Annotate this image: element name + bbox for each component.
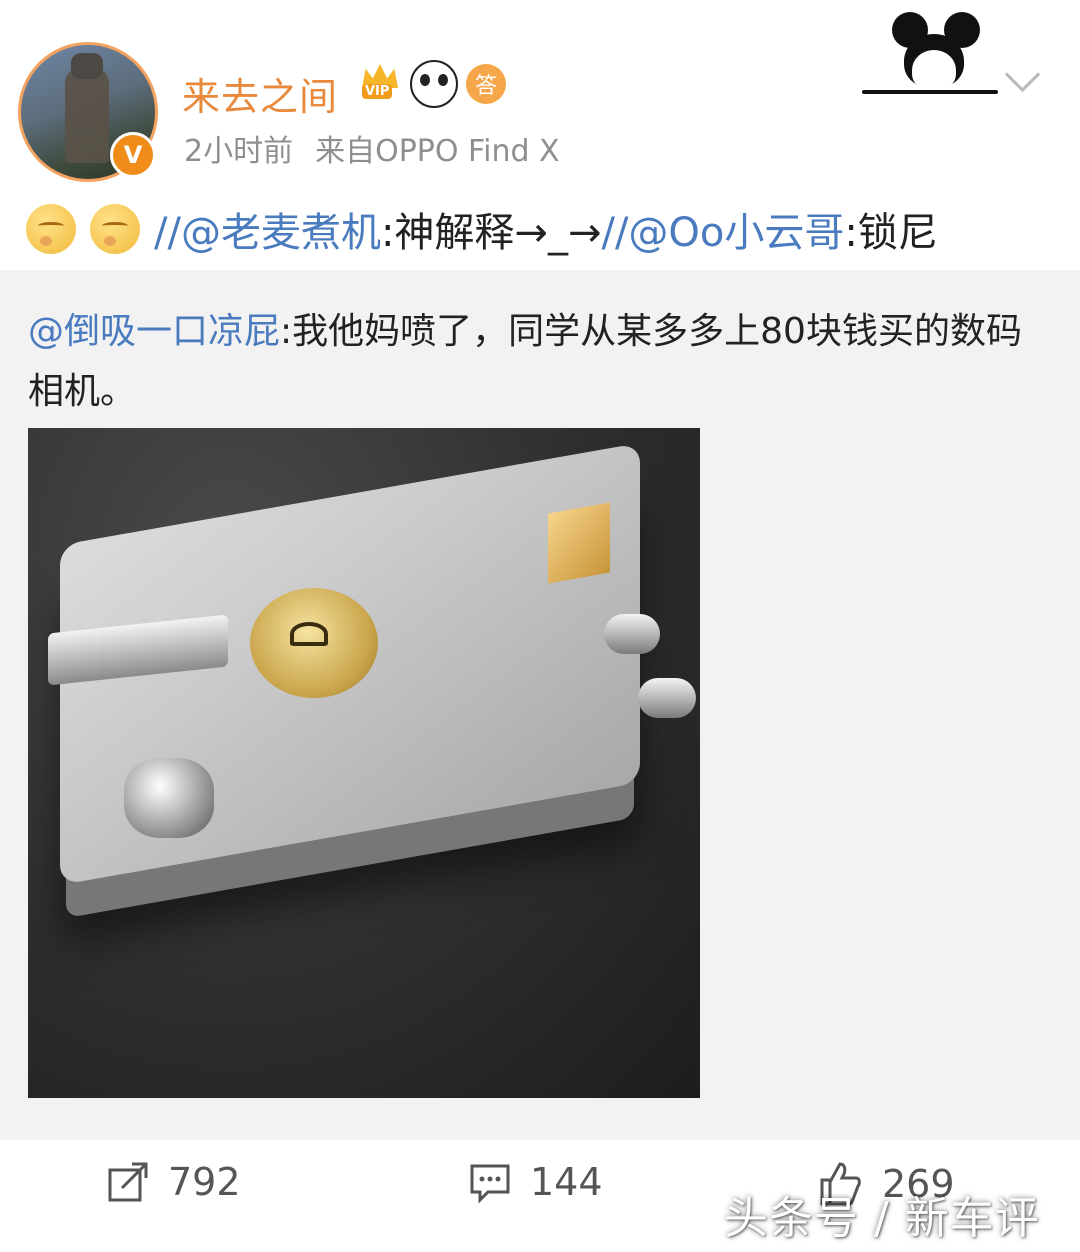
post-time: 2小时前: [184, 134, 294, 169]
repost-mention[interactable]: //@Oo小云哥: [601, 200, 844, 258]
comment-icon: [470, 1164, 510, 1204]
share-button[interactable]: 792: [106, 1160, 241, 1204]
panda-badge-icon: [410, 60, 458, 108]
post-image[interactable]: [28, 428, 700, 1098]
original-author-mention[interactable]: @倒吸一口凉屁: [28, 311, 280, 352]
lock-bolt: [548, 502, 610, 584]
original-post-text: @倒吸一口凉屁:我他妈喷了，同学从某多多上80块钱买的数码相机。: [28, 302, 1048, 422]
vip-badge-icon: VIP: [358, 62, 402, 106]
answer-badge-icon: 答: [466, 64, 506, 104]
repost-mention[interactable]: //@老麦煮机: [154, 200, 381, 258]
share-count: 792: [168, 1160, 241, 1204]
lock-pin: [638, 678, 696, 718]
post-source: 来自OPPO Find X: [315, 134, 560, 169]
comment-count: 144: [530, 1160, 603, 1204]
lock-pin: [604, 614, 660, 654]
mickey-decoration-icon: [862, 12, 998, 100]
verified-badge-icon: V: [110, 132, 156, 178]
avatar[interactable]: V: [18, 42, 158, 182]
comment-button[interactable]: 144: [468, 1160, 603, 1204]
emoji-icon: [26, 204, 76, 254]
repost-comment: :神解释→_→: [380, 210, 602, 256]
watermark: 头条号 / 新车评: [724, 1193, 1040, 1244]
lock-knob: [124, 758, 214, 838]
post-meta: 2小时前 来自OPPO Find X: [184, 126, 582, 170]
avatar-robot-figure: [65, 53, 109, 163]
emoji-icon: [90, 204, 140, 254]
repost-text: //@老麦煮机 :神解释→_→ //@Oo小云哥 :锁尼: [26, 198, 938, 260]
lock-keyhole: [290, 622, 328, 646]
user-badges: VIP 答: [358, 60, 506, 108]
share-icon: [108, 1162, 148, 1202]
username[interactable]: 来去之间: [182, 66, 338, 121]
repost-comment: :锁尼: [844, 210, 938, 256]
